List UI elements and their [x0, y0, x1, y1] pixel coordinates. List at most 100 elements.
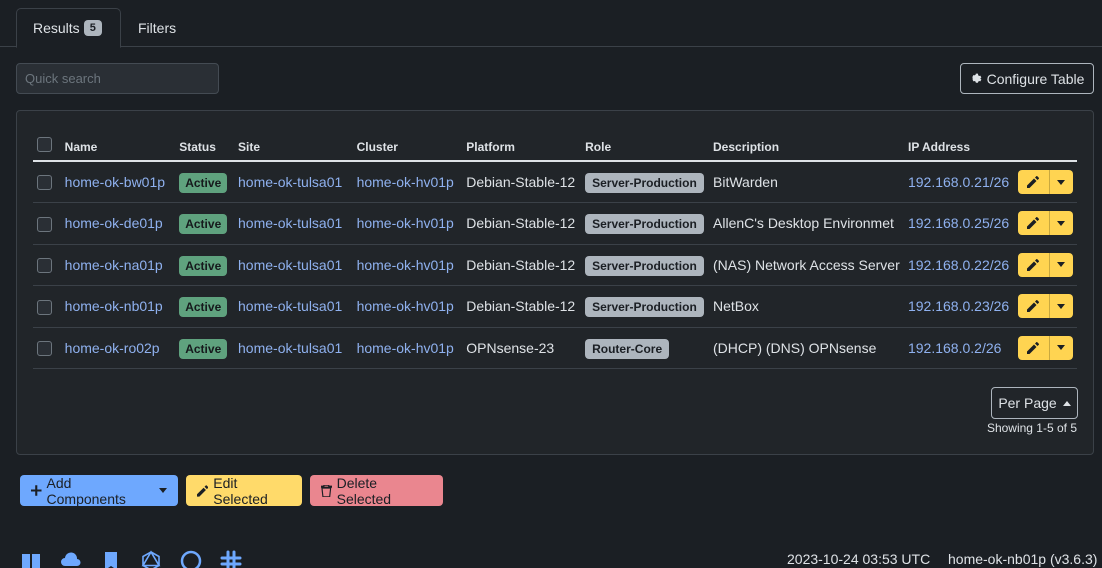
device-name-link[interactable]: home-ok-nb01p	[65, 298, 163, 314]
bookmark-icon[interactable]	[100, 550, 122, 568]
row-edit-button[interactable]	[1017, 170, 1050, 194]
row-actions	[1017, 335, 1073, 360]
footer-hostname-version: home-ok-nb01p (v3.6.3)	[948, 551, 1098, 567]
row-edit-button[interactable]	[1017, 211, 1050, 236]
description-cell: BitWarden	[709, 161, 904, 203]
site-link[interactable]: home-ok-tulsa01	[238, 215, 342, 231]
footer-timestamp: 2023-10-24 03:53 UTC	[787, 551, 931, 567]
role-badge: Router-Core	[585, 338, 670, 359]
table-row: home-ok-bw01p Active home-ok-tulsa01 home-o…	[33, 161, 1077, 203]
docs-icon[interactable]	[20, 550, 42, 568]
row-edit-button[interactable]	[1017, 294, 1050, 319]
table-row: home-ok-ro02p Active home-ok-tulsa01 home-o…	[33, 327, 1077, 369]
row-actions-dropdown[interactable]	[1049, 252, 1073, 277]
ip-address-link[interactable]: 192.168.0.25/26	[908, 215, 1009, 231]
edit-selected-button[interactable]: Edit Selected	[186, 474, 302, 507]
cluster-link[interactable]: home-ok-hv01p	[357, 215, 454, 231]
role-badge: Server-Production	[585, 297, 704, 318]
cluster-link[interactable]: home-ok-hv01p	[357, 340, 454, 356]
chevron-down-icon	[1057, 179, 1066, 185]
col-header-ip-address[interactable]: IP Address	[903, 135, 1014, 162]
site-link[interactable]: home-ok-tulsa01	[238, 298, 342, 314]
ip-address-link[interactable]: 192.168.0.22/26	[908, 257, 1009, 273]
col-header-cluster[interactable]: Cluster	[352, 135, 463, 162]
tab-results[interactable]: Results 5	[16, 8, 121, 48]
add-components-button[interactable]: Add Components	[20, 475, 178, 507]
status-badge: Active	[179, 338, 228, 359]
ip-address-link[interactable]: 192.168.0.21/26	[908, 174, 1009, 190]
tab-results-label: Results	[33, 20, 80, 36]
col-header-status[interactable]: Status	[175, 135, 235, 162]
description-cell: (DHCP) (DNS) OPNsense	[709, 327, 904, 369]
ip-address-link[interactable]: 192.168.0.23/26	[908, 298, 1009, 314]
pencil-icon	[1027, 217, 1040, 230]
row-checkbox[interactable]	[37, 258, 52, 274]
cluster-link[interactable]: home-ok-hv01p	[357, 257, 454, 273]
col-header-site[interactable]: Site	[234, 135, 353, 162]
pencil-icon	[1027, 258, 1040, 271]
row-actions-dropdown[interactable]	[1049, 294, 1073, 319]
role-badge: Server-Production	[585, 214, 704, 235]
device-name-link[interactable]: home-ok-na01p	[65, 257, 163, 273]
results-card: Name Status Site Cluster Platform Role D…	[16, 110, 1094, 455]
site-link[interactable]: home-ok-tulsa01	[238, 340, 342, 356]
pencil-icon	[1027, 341, 1040, 354]
platform-cell: Debian-Stable-12	[462, 161, 582, 203]
role-badge: Server-Production	[585, 173, 704, 193]
results-table: Name Status Site Cluster Platform Role D…	[33, 135, 1077, 369]
pagination-summary: Showing 1-5 of 5	[986, 421, 1077, 435]
gear-icon	[972, 73, 981, 83]
per-page-label: Per Page	[998, 395, 1057, 411]
edit-selected-label: Edit Selected	[213, 474, 268, 507]
row-edit-button[interactable]	[1017, 252, 1050, 277]
status-badge: Active	[179, 173, 228, 193]
configure-table-button[interactable]: Configure Table	[960, 63, 1094, 94]
results-count-badge: 5	[83, 20, 102, 36]
row-actions	[1017, 211, 1073, 236]
row-actions-dropdown[interactable]	[1049, 170, 1073, 194]
table-row: home-ok-nb01p Active home-ok-tulsa01 home-o…	[33, 285, 1077, 328]
trash-icon	[321, 484, 332, 497]
chevron-down-icon	[1057, 303, 1066, 309]
pencil-icon	[1027, 176, 1040, 188]
tab-bar: Results 5 Filters	[0, 0, 1102, 48]
tab-filters[interactable]: Filters	[122, 8, 192, 48]
quick-search-input[interactable]	[16, 63, 219, 94]
platform-cell: OPNsense-23	[462, 327, 582, 369]
table-row: home-ok-de01p Active home-ok-tulsa01 home-o…	[33, 202, 1077, 245]
select-all-checkbox[interactable]	[37, 137, 52, 152]
device-name-link[interactable]: home-ok-bw01p	[65, 174, 165, 190]
description-cell: NetBox	[709, 285, 904, 328]
ip-address-link[interactable]: 192.168.0.2/26	[908, 340, 1001, 356]
graphql-icon[interactable]	[140, 550, 162, 568]
device-name-link[interactable]: home-ok-de01p	[65, 215, 163, 231]
row-checkbox[interactable]	[37, 341, 52, 357]
row-checkbox[interactable]	[37, 299, 52, 315]
cluster-link[interactable]: home-ok-hv01p	[357, 298, 454, 314]
description-cell: AllenC's Desktop Environmet	[709, 202, 904, 245]
col-header-role[interactable]: Role	[581, 135, 710, 162]
col-header-platform[interactable]: Platform	[462, 135, 582, 162]
row-checkbox[interactable]	[37, 216, 52, 232]
delete-selected-button[interactable]: Delete Selected	[310, 474, 443, 507]
github-icon[interactable]	[180, 550, 202, 568]
table-header-row: Name Status Site Cluster Platform Role D…	[33, 135, 1077, 162]
chevron-down-icon	[1057, 262, 1066, 268]
per-page-dropdown[interactable]: Per Page	[991, 387, 1078, 419]
api-cloud-icon[interactable]	[60, 550, 82, 568]
row-actions-dropdown[interactable]	[1049, 335, 1073, 360]
device-name-link[interactable]: home-ok-ro02p	[65, 340, 160, 356]
cluster-link[interactable]: home-ok-hv01p	[357, 174, 454, 190]
col-header-name[interactable]: Name	[60, 135, 176, 162]
row-edit-button[interactable]	[1017, 335, 1050, 360]
site-link[interactable]: home-ok-tulsa01	[238, 174, 342, 190]
tab-filters-label: Filters	[138, 20, 177, 36]
site-link[interactable]: home-ok-tulsa01	[238, 257, 342, 273]
platform-cell: Debian-Stable-12	[462, 202, 582, 245]
slack-icon[interactable]	[220, 550, 242, 568]
row-actions-dropdown[interactable]	[1049, 211, 1073, 236]
chevron-down-icon	[159, 488, 167, 493]
delete-selected-label: Delete Selected	[336, 474, 392, 507]
col-header-description[interactable]: Description	[709, 135, 904, 162]
row-checkbox[interactable]	[37, 175, 52, 191]
